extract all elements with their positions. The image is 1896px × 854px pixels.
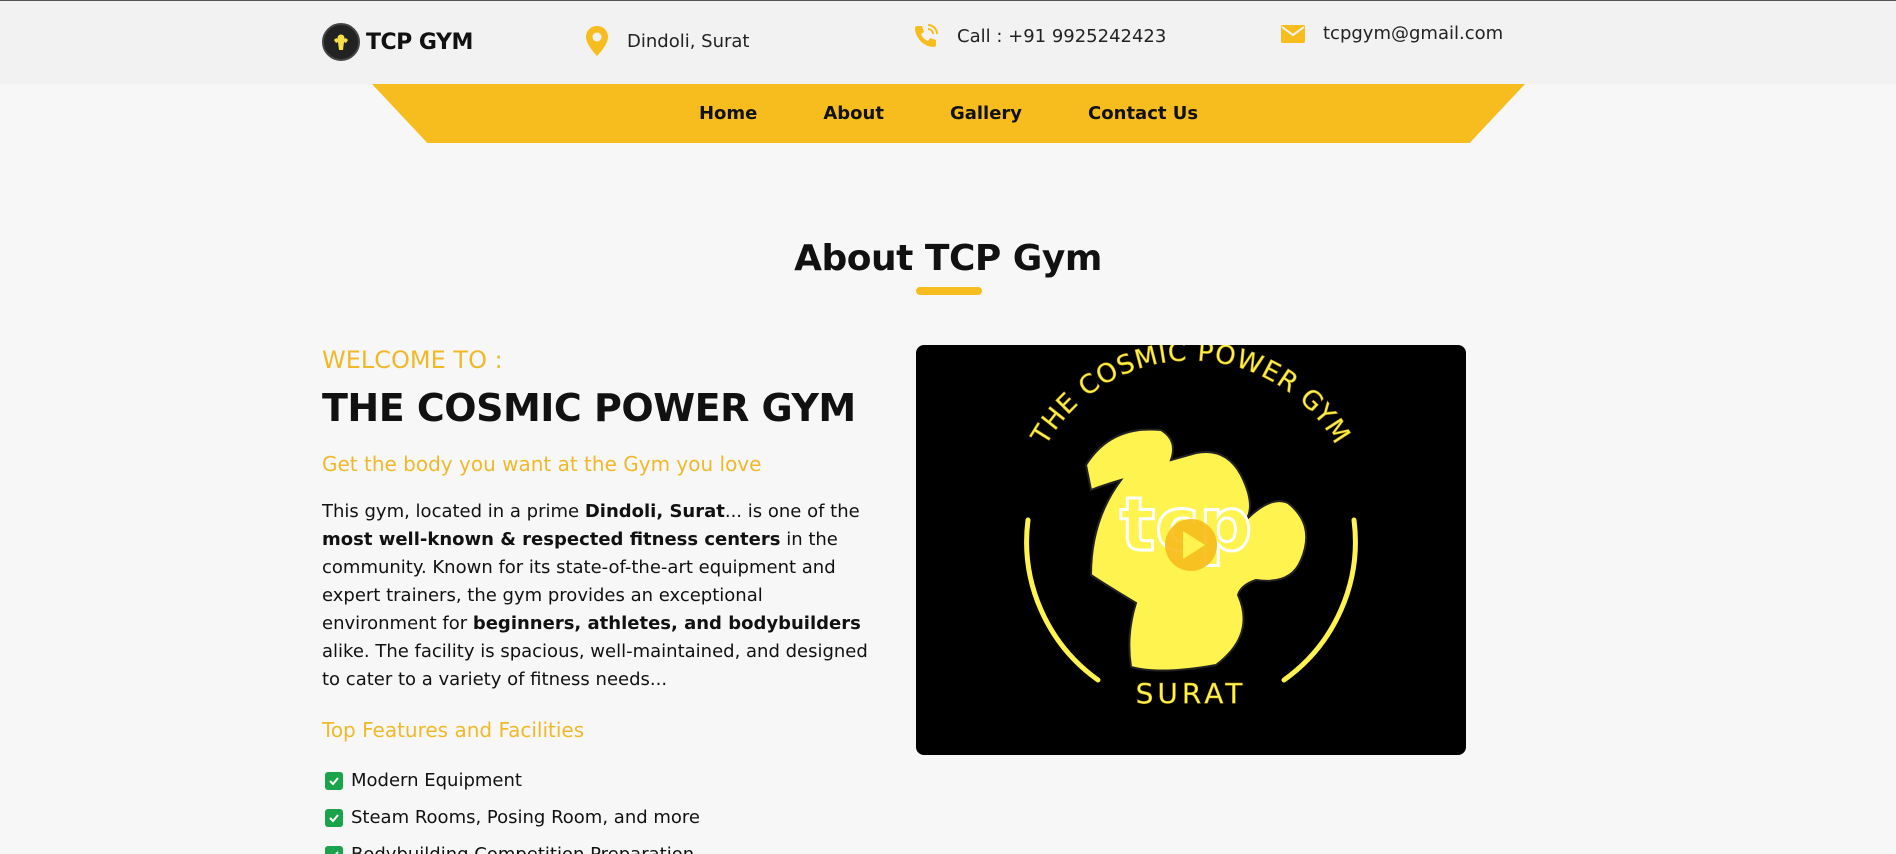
main-nav: Home About Gallery Contact Us — [372, 84, 1525, 143]
checkbox-check-icon — [325, 845, 343, 854]
play-icon[interactable] — [1165, 519, 1217, 571]
top-bar: TCP GYM Dindoli, Surat Call : +91 992524… — [0, 0, 1896, 84]
svg-text:THE COSMIC POWER GYM: THE COSMIC POWER GYM — [1025, 345, 1355, 451]
location-info: Dindoli, Surat — [585, 25, 749, 57]
logo-icon — [322, 23, 360, 61]
checkbox-check-icon — [325, 808, 343, 827]
location-text: Dindoli, Surat — [627, 30, 750, 52]
nav-about[interactable]: About — [823, 103, 884, 124]
about-description: This gym, located in a prime Dindoli, Su… — [322, 501, 868, 690]
welcome-label: WELCOME TO : — [322, 346, 503, 374]
checkbox-check-icon — [325, 771, 343, 790]
logo[interactable]: TCP GYM — [322, 23, 473, 61]
feature-item: Bodybuilding Competition Preparation — [325, 836, 700, 854]
phone-text[interactable]: Call : +91 9925242423 — [957, 26, 1166, 47]
title-underline — [916, 287, 982, 295]
svg-text:SURAT: SURAT — [1136, 677, 1247, 710]
location-pin-icon — [585, 25, 609, 57]
cosmic-power-gym-emblem: THE COSMIC POWER GYM tcp SURAT — [1024, 345, 1358, 710]
promo-video[interactable]: THE COSMIC POWER GYM tcp SURAT — [916, 345, 1466, 755]
section-title: About TCP Gym — [794, 238, 1102, 279]
phone-icon — [913, 23, 939, 49]
envelope-icon — [1281, 24, 1305, 44]
email-text[interactable]: tcpgym@gmail.com — [1323, 23, 1503, 44]
nav-gallery[interactable]: Gallery — [950, 103, 1022, 124]
features-heading: Top Features and Facilities — [322, 718, 585, 742]
gym-name-heading: THE COSMIC POWER GYM — [322, 386, 856, 430]
phone-info: Call : +91 9925242423 — [913, 23, 1166, 49]
features-list: Modern Equipment Steam Rooms, Posing Roo… — [325, 762, 700, 854]
feature-item: Modern Equipment — [325, 762, 700, 799]
feature-item: Steam Rooms, Posing Room, and more — [325, 799, 700, 836]
tagline: Get the body you want at the Gym you lov… — [322, 452, 762, 476]
nav-contact-us[interactable]: Contact Us — [1088, 103, 1198, 124]
email-info: tcpgym@gmail.com — [1281, 23, 1503, 44]
nav-home[interactable]: Home — [699, 103, 757, 124]
logo-text: TCP GYM — [366, 29, 473, 55]
